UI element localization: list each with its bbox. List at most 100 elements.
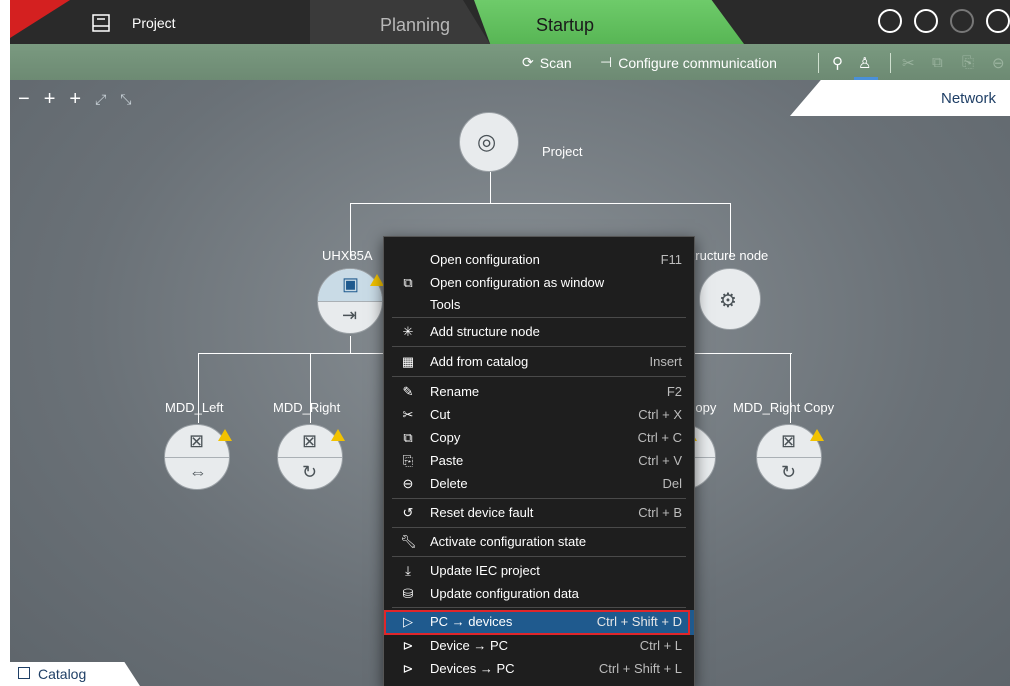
more-icon[interactable] bbox=[986, 9, 1010, 33]
context-menu: Open configuration F11 ⧉ Open configurat… bbox=[383, 236, 695, 686]
cut-icon[interactable]: ✂ bbox=[902, 54, 915, 72]
tab-startup[interactable]: Startup bbox=[474, 0, 744, 44]
project-root-icon: ◎ bbox=[477, 129, 497, 154]
menu-item-open-configuration-window[interactable]: ⧉ Open configuration as window bbox=[384, 272, 694, 294]
window-edit-icon: ⧉ bbox=[403, 275, 413, 290]
wrench-icon: 🔧︎ bbox=[400, 534, 417, 549]
device-icon: ▣ bbox=[342, 274, 360, 294]
menu-item-pc-to-devices[interactable]: ▷ PC → devices Ctrl + Shift + D bbox=[384, 610, 694, 635]
menu-item-update-configuration-data[interactable]: ⛁ Update configuration data bbox=[384, 583, 694, 605]
top-icon-group bbox=[878, 9, 1010, 33]
menu-item-open-configuration[interactable]: Open configuration F11 bbox=[384, 249, 694, 271]
copy-icon[interactable]: ⧉ bbox=[932, 54, 943, 71]
node-divider bbox=[757, 457, 821, 458]
project-icon bbox=[92, 14, 110, 32]
configure-communication-label: Configure communication bbox=[618, 54, 777, 71]
pc-to-devices-icon: ▷ bbox=[403, 614, 413, 629]
catalog-icon bbox=[18, 667, 30, 679]
menu-item-cut[interactable]: ✂ Cut Ctrl + X bbox=[384, 404, 694, 426]
mdd-right-label: MDD_Right bbox=[273, 400, 341, 415]
message-icon[interactable] bbox=[878, 9, 902, 33]
project-node[interactable]: ◎ bbox=[459, 112, 519, 172]
pencil-icon: ✎ bbox=[402, 384, 414, 399]
project-node-label: Project bbox=[542, 144, 583, 159]
fit-collapse-icon[interactable]: ⤡ bbox=[120, 91, 131, 108]
connector-line bbox=[692, 353, 792, 354]
structure-node[interactable]: ⚙ bbox=[699, 268, 761, 330]
catalog-tab-label: Catalog bbox=[38, 666, 87, 682]
project-button[interactable]: Project bbox=[92, 10, 176, 36]
menu-item-add-from-catalog[interactable]: ▦ Add from catalog Insert bbox=[384, 351, 694, 373]
connector-line bbox=[350, 336, 351, 354]
project-label: Project bbox=[132, 15, 176, 31]
catalog-add-icon: ▦ bbox=[401, 354, 415, 369]
menu-separator bbox=[392, 498, 686, 499]
menu-item-device-to-pc[interactable]: ⊳ Device → PC Ctrl + L bbox=[384, 635, 694, 657]
plug-icon: ⊣ bbox=[600, 54, 613, 70]
document-icon[interactable] bbox=[950, 9, 974, 33]
top-bar: Project Planning Startup bbox=[10, 0, 1010, 44]
menu-item-rename[interactable]: ✎ Rename F2 bbox=[384, 381, 694, 403]
structure-node-label: Structure node bbox=[683, 248, 769, 263]
inverter-icon: ⊠ bbox=[781, 431, 797, 451]
inverter-icon: ⊠ bbox=[189, 431, 205, 451]
menu-item-delete[interactable]: ⊖ Delete Del bbox=[384, 473, 694, 495]
brand-corner bbox=[10, 0, 70, 38]
connector-line bbox=[350, 203, 730, 204]
mdd-right-copy-label: MDD_Right Copy bbox=[733, 400, 835, 415]
zoom-in-icon[interactable]: + bbox=[44, 88, 56, 111]
menu-item-devices-to-pc[interactable]: ⊳ Devices → PC Ctrl + Shift + L bbox=[384, 658, 694, 680]
rotation-icon: ↻ bbox=[781, 462, 797, 482]
menu-item-reset-device-fault[interactable]: ↺ Reset device fault Ctrl + B bbox=[384, 502, 694, 524]
warning-icon bbox=[370, 274, 384, 286]
menu-separator bbox=[392, 556, 686, 557]
tab-planning-label: Planning bbox=[380, 15, 451, 35]
configure-communication-button[interactable]: ⊣ Configure communication bbox=[600, 54, 777, 71]
mdd-left-label: MDD_Left bbox=[165, 400, 224, 415]
paste-icon[interactable]: ⎘ bbox=[962, 54, 974, 71]
menu-item-update-iec-project[interactable]: ⤓ Update IEC project bbox=[384, 560, 694, 582]
devices-to-pc-icon: ⊳ bbox=[402, 661, 414, 676]
network-tab-label: Network bbox=[940, 90, 996, 107]
add-point-icon[interactable]: + bbox=[69, 88, 81, 111]
connector-line bbox=[490, 170, 491, 204]
menu-separator bbox=[392, 317, 686, 318]
menu-separator bbox=[392, 607, 686, 608]
zoom-out-icon[interactable]: − bbox=[18, 88, 30, 111]
menu-separator bbox=[392, 527, 686, 528]
motion-icon: ⇔ bbox=[189, 462, 207, 482]
scan-button[interactable]: ⟳ Scan bbox=[522, 54, 572, 71]
connector-line bbox=[198, 353, 388, 354]
menu-item-copy[interactable]: ⧉ Copy Ctrl + C bbox=[384, 427, 694, 449]
toolbar-divider bbox=[890, 53, 891, 73]
network-hub-icon: ⚙ bbox=[719, 290, 737, 312]
inverter-icon: ⊠ bbox=[302, 431, 318, 451]
refresh-icon: ⟳ bbox=[522, 54, 534, 70]
menu-separator bbox=[392, 346, 686, 347]
catalog-tab[interactable]: Catalog bbox=[10, 662, 140, 686]
network-tab[interactable]: Network bbox=[790, 80, 1010, 116]
paste-icon: ⎘ bbox=[402, 453, 414, 468]
tab-planning[interactable]: Planning bbox=[310, 0, 490, 44]
menu-item-tools[interactable]: Tools bbox=[384, 294, 694, 316]
fit-expand-icon[interactable]: ⤢ bbox=[95, 91, 106, 108]
device-node-label: UHX85A bbox=[322, 248, 373, 263]
warning-icon bbox=[331, 429, 345, 441]
device-to-pc-icon: ⊳ bbox=[402, 638, 414, 653]
delete-circle-icon: ⊖ bbox=[402, 476, 414, 491]
rotation-icon: ↻ bbox=[302, 462, 318, 482]
menu-item-paste[interactable]: ⎘ Paste Ctrl + V bbox=[384, 450, 694, 472]
menu-separator bbox=[392, 376, 686, 377]
node-divider bbox=[165, 457, 229, 458]
menu-item-activate-configuration-state[interactable]: 🔧︎ Activate configuration state bbox=[384, 531, 694, 553]
scan-label: Scan bbox=[539, 54, 572, 71]
menu-item-add-structure-node[interactable]: ✳ Add structure node bbox=[384, 321, 694, 343]
binoculars-icon[interactable] bbox=[914, 9, 938, 33]
zoom-tools: − + + ⤢ ⤡ bbox=[18, 88, 131, 111]
toolbar: ⟳ Scan ⊣ Configure communication ⚲ ♙ ✂ ⧉… bbox=[10, 44, 1010, 80]
copy-icon: ⧉ bbox=[403, 430, 413, 445]
tree-view-icon[interactable]: ⚲ bbox=[832, 54, 843, 72]
tab-startup-label: Startup bbox=[536, 15, 595, 35]
user-icon[interactable]: ♙ bbox=[858, 54, 871, 72]
remove-icon[interactable]: ⊖ bbox=[992, 54, 1005, 72]
